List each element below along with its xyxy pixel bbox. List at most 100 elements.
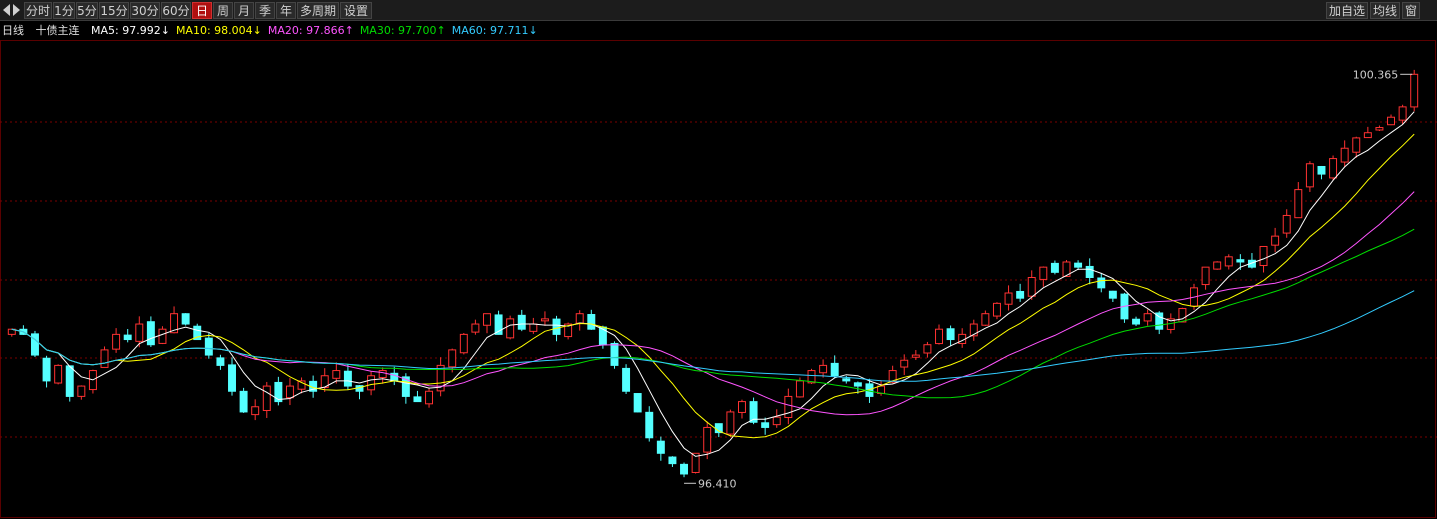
- right-arrow-icon[interactable]: [13, 4, 20, 16]
- ma-line-MA10: [11, 133, 1415, 439]
- candle-body-9: [112, 333, 121, 350]
- candle-body-80: [935, 328, 943, 345]
- period-button-6[interactable]: 日: [192, 2, 212, 19]
- candle-body-58: [680, 463, 689, 475]
- candle-body-55: [645, 411, 654, 439]
- candle-body-49: [575, 313, 584, 324]
- candle-body-85: [992, 302, 1001, 317]
- ma-value-1: MA10: 98.004↓: [175, 24, 262, 37]
- candle-body-115: [1340, 147, 1349, 163]
- candle-body-29: [343, 370, 352, 387]
- candle-body-94: [1097, 277, 1106, 289]
- candle-body-6: [77, 385, 86, 397]
- toolbar-right-button-0[interactable]: 加自选: [1326, 2, 1368, 19]
- candle-body-31: [367, 375, 376, 391]
- candle-body-120: [1398, 106, 1407, 121]
- candle-body-77: [900, 359, 909, 368]
- period-label: 日线: [2, 24, 24, 37]
- candle-body-87: [1016, 290, 1025, 299]
- period-button-12[interactable]: 设置: [340, 2, 372, 19]
- toolbar-right-button-2[interactable]: 窗: [1402, 2, 1420, 19]
- period-button-0[interactable]: 分时: [24, 2, 52, 19]
- high-price-label: 100.365: [1353, 68, 1399, 81]
- candle-body-2: [30, 333, 39, 356]
- candle-body-46: [540, 318, 549, 322]
- candle-body-8: [100, 349, 109, 368]
- candle-body-119: [1387, 116, 1396, 126]
- period-toolbar: 分时 1分 5分 15分 30分 60分日周月季年多周期 设置 加自选 均线窗: [0, 0, 1437, 21]
- period-button-7[interactable]: 周: [213, 2, 233, 19]
- period-button-2[interactable]: 5分: [76, 2, 98, 19]
- candle-body-17: [204, 337, 213, 356]
- candle-body-81: [946, 328, 955, 341]
- candle-body-92: [1074, 262, 1083, 268]
- candle-body-66: [772, 416, 781, 426]
- indicator-bar: 日线 十债主连 MA5: 97.992↓ MA10: 98.004↓ MA20: 9…: [0, 22, 544, 40]
- candle-body-117: [1363, 132, 1372, 139]
- candle-body-18: [216, 357, 225, 366]
- period-button-1[interactable]: 1分: [53, 2, 75, 19]
- candle-body-104: [1213, 261, 1222, 270]
- candlestick-chart: 100.365 96.410: [0, 40, 1437, 518]
- candle-body-98: [1143, 313, 1152, 322]
- candle-body-13: [158, 328, 167, 344]
- candle-body-108: [1259, 245, 1268, 267]
- candle-body-53: [622, 367, 631, 392]
- period-button-11[interactable]: 多周期: [297, 2, 339, 19]
- candle-body-38: [448, 349, 457, 368]
- candle-body-52: [610, 342, 619, 366]
- symbol-name: 十债主连: [35, 24, 80, 37]
- candle-body-101: [1178, 308, 1187, 323]
- candle-body-73: [853, 382, 862, 387]
- toolbar-right-button-1[interactable]: 均线: [1370, 2, 1400, 19]
- candle-body-39: [459, 333, 468, 354]
- candle-body-90: [1050, 262, 1059, 273]
- candle-body-20: [239, 390, 248, 413]
- period-button-10[interactable]: 年: [276, 2, 296, 19]
- period-button-8[interactable]: 月: [234, 2, 254, 19]
- candle-body-65: [761, 422, 770, 428]
- candle-body-79: [923, 344, 932, 354]
- candle-body-67: [784, 395, 793, 419]
- candle-body-44: [517, 314, 526, 330]
- candle-body-106: [1236, 259, 1245, 263]
- candle-body-89: [1039, 266, 1048, 280]
- candle-body-4: [54, 364, 63, 384]
- candle-body-71: [830, 362, 839, 377]
- candle-body-84: [981, 313, 990, 326]
- candle-body-103: [1201, 266, 1210, 286]
- candle-body-35: [413, 396, 422, 403]
- candle-body-45: [529, 323, 538, 332]
- candle-body-41: [483, 313, 491, 326]
- period-button-9[interactable]: 季: [255, 2, 275, 19]
- candle-body-32: [378, 370, 387, 379]
- period-button-5[interactable]: 60分: [161, 2, 191, 19]
- low-price-label: 96.410: [698, 477, 737, 490]
- ma-value-3: MA30: 97.700↑: [359, 24, 446, 37]
- ma-value-0: MA5: 97.992↓: [91, 24, 170, 37]
- candle-body-47: [552, 318, 561, 335]
- candle-body-40: [471, 323, 480, 333]
- candle-body-28: [332, 370, 341, 379]
- period-button-4[interactable]: 30分: [130, 2, 160, 19]
- candle-body-112: [1305, 163, 1314, 188]
- candle-body-10: [123, 334, 132, 341]
- candle-body-113: [1317, 165, 1326, 175]
- candle-body-54: [633, 393, 642, 413]
- candle-body-88: [1027, 277, 1036, 297]
- ma-value-4: MA60: 97.711↓: [451, 24, 538, 37]
- candle-body-114: [1329, 158, 1338, 179]
- left-arrow-icon[interactable]: [3, 4, 10, 16]
- candle-body-110: [1282, 214, 1291, 234]
- candle-body-11: [135, 323, 144, 342]
- candle-body-23: [274, 381, 283, 403]
- ma-value-2: MA20: 97.866↑: [267, 24, 354, 37]
- candle-body-116: [1352, 137, 1361, 153]
- candle-body-57: [668, 456, 677, 465]
- period-button-3[interactable]: 15分: [99, 2, 129, 19]
- candle-body-21: [251, 406, 260, 416]
- candle-body-121: [1410, 73, 1419, 108]
- candle-body-43: [506, 318, 515, 339]
- candle-body-78: [911, 354, 920, 358]
- candle-body-50: [587, 314, 596, 330]
